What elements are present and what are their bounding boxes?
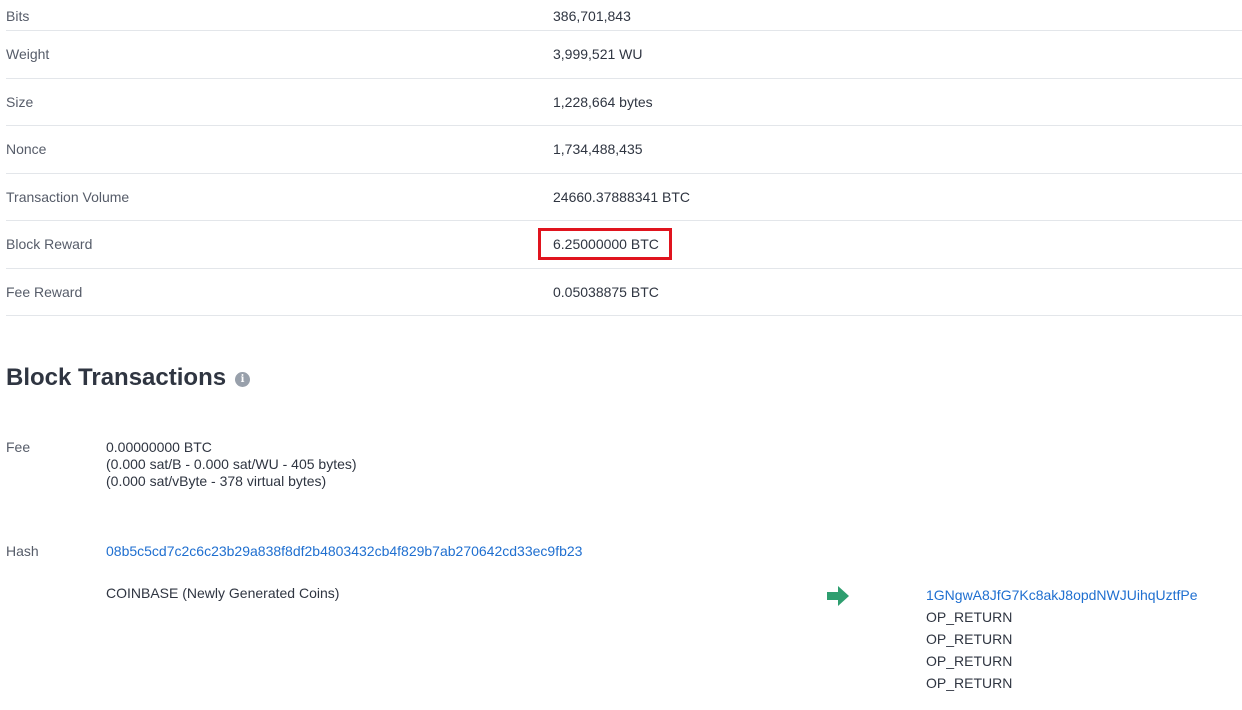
output-op-return: OP_RETURN: [926, 609, 1013, 625]
detail-value: 3,999,521 WU: [553, 46, 643, 63]
fee-detail-bytes: (0.000 sat/B - 0.000 sat/WU - 405 bytes): [106, 456, 357, 472]
detail-label: Bits: [6, 8, 30, 24]
detail-row-size: Size 1,228,664 bytes: [6, 79, 1242, 126]
detail-label: Transaction Volume: [6, 188, 130, 205]
detail-row-transaction-volume: Transaction Volume 24660.37888341 BTC: [6, 174, 1242, 221]
block-details-table: Bits 386,701,843 Weight 3,999,521 WU Siz…: [6, 0, 1242, 316]
detail-row-block-reward: Block Reward 6.25000000 BTC: [6, 221, 1242, 269]
detail-label: Nonce: [6, 141, 47, 158]
coinbase-input: COINBASE (Newly Generated Coins): [106, 585, 340, 601]
output-op-return: OP_RETURN: [926, 675, 1013, 691]
detail-row-weight: Weight 3,999,521 WU: [6, 31, 1242, 79]
detail-label: Weight: [6, 46, 50, 63]
detail-value: 386,701,843: [553, 8, 631, 24]
detail-row-fee-reward: Fee Reward 0.05038875 BTC: [6, 269, 1242, 316]
section-title: Block Transactions i: [6, 364, 251, 392]
section-title-text: Block Transactions: [6, 364, 227, 391]
detail-value: 24660.37888341 BTC: [553, 188, 690, 205]
fee-label: Fee: [6, 439, 31, 455]
block-reward-value-highlighted: 6.25000000 BTC: [538, 228, 672, 261]
transaction-outputs: 1GNgwA8JfG7Kc8akJ8opdNWJUihqUztfPe OP_RE…: [926, 584, 1198, 694]
output-op-return: OP_RETURN: [926, 631, 1013, 647]
output-address-link[interactable]: 1GNgwA8JfG7Kc8akJ8opdNWJUihqUztfPe: [926, 587, 1198, 603]
fee-value: 0.00000000 BTC (0.000 sat/B - 0.000 sat/…: [106, 439, 357, 490]
hash-label: Hash: [6, 543, 39, 559]
detail-label: Block Reward: [6, 236, 93, 253]
arrow-right-icon: [827, 586, 849, 606]
detail-value: 1,734,488,435: [553, 141, 643, 158]
detail-row-nonce: Nonce 1,734,488,435: [6, 126, 1242, 174]
detail-label: Size: [6, 93, 34, 110]
detail-row-bits: Bits 386,701,843: [6, 0, 1242, 31]
fee-btc: 0.00000000 BTC: [106, 439, 212, 455]
block-details-page: Bits 386,701,843 Weight 3,999,521 WU Siz…: [0, 0, 1242, 710]
detail-label: Fee Reward: [6, 283, 83, 300]
detail-value: 0.05038875 BTC: [553, 283, 659, 300]
output-op-return: OP_RETURN: [926, 653, 1013, 669]
detail-value: 1,228,664 bytes: [553, 93, 653, 110]
transaction-hash-link[interactable]: 08b5c5cd7c2c6c23b29a838f8df2b4803432cb4f…: [106, 543, 582, 560]
info-icon[interactable]: i: [235, 371, 251, 387]
fee-detail-vbytes: (0.000 sat/vByte - 378 virtual bytes): [106, 473, 327, 489]
